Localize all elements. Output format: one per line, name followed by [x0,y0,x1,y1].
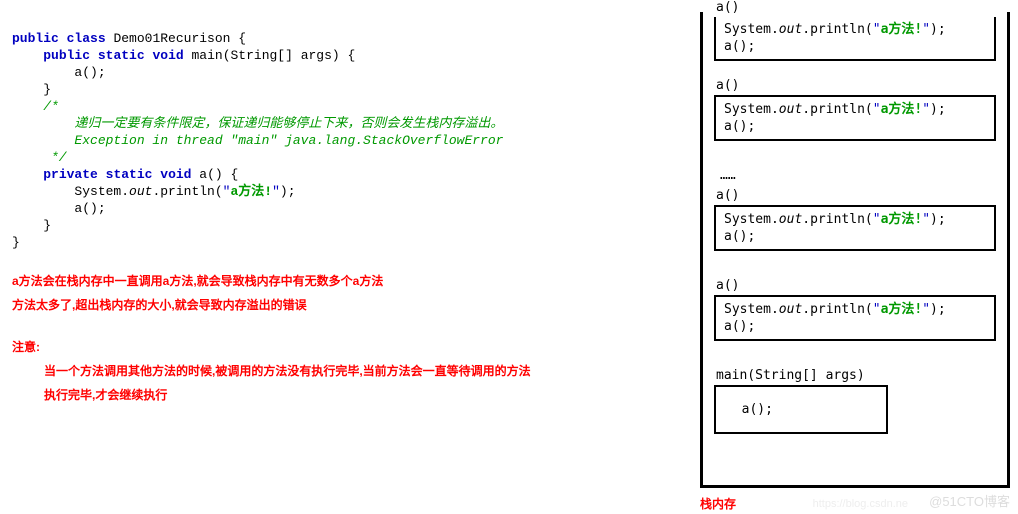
fl-g: ); [930,22,946,37]
frame-title-3: a() [716,188,996,203]
kw-static: static [98,48,145,63]
frame-box-top: System.out.println("a方法!"); a(); [714,17,996,61]
note-4: 当一个方法调用其他方法的时候,被调用的方法没有执行完毕,当前方法会一直等待调用的… [12,359,680,383]
fl3-c: .println( [802,212,872,227]
stack-frame-main: main(String[] args) a(); [714,368,996,434]
fl4-d: " [873,302,881,317]
fl2-2: a(); [724,119,755,134]
code-and-notes: public class Demo01Recurison { public st… [0,0,680,407]
sysout-g: ); [280,184,296,199]
code-l13: } [12,217,680,234]
frame-box-main: a(); [714,385,888,434]
fl4-a: System. [724,302,779,317]
comment-cn: 递归一定要有条件限定，保证递归能够停止下来，否则会发生栈内存溢出。 [12,115,680,132]
fl2-d: " [873,102,881,117]
comment-open: /* [12,98,680,115]
note-2: 方法太多了,超出栈内存的大小,就会导致内存溢出的错误 [12,293,680,317]
code-l4: } [12,81,680,98]
fl3-f: " [922,212,930,227]
frame-title-2: a() [716,78,996,93]
frame-box-4: System.out.println("a方法!"); a(); [714,295,996,341]
fl2-a: System. [724,102,779,117]
fl4-2: a(); [724,319,755,334]
sysout-c: .println( [152,184,222,199]
fl-2: a(); [724,39,755,54]
sysout-a: System. [12,184,129,199]
fl3-g: ); [930,212,946,227]
fl4-e: a方法! [881,302,923,317]
ellipsis: …… [720,168,736,183]
note-5: 执行完毕,才会继续执行 [12,383,680,407]
fl2-e: a方法! [881,102,923,117]
kw-class: class [67,31,106,46]
frame-title-4: a() [716,278,996,293]
stack-frame-2: a() System.out.println("a方法!"); a(); [714,78,996,141]
frame-title-main: main(String[] args) [716,368,996,383]
fl-d: " [873,22,881,37]
fl3-e: a方法! [881,212,923,227]
comment-close: */ [12,149,680,166]
fl3-a: System. [724,212,779,227]
stack-frame-3: a() System.out.println("a方法!"); a(); [714,188,996,251]
fl2-g: ); [930,102,946,117]
fl4-b: out [779,302,802,317]
watermark-csdn: https://blog.csdn.ne [813,498,908,510]
frame-box-3: System.out.println("a方法!"); a(); [714,205,996,251]
sysout-b: out [129,184,152,199]
fl-e: a方法! [881,22,923,37]
kw-public2: public [43,48,90,63]
fl2-c: .println( [802,102,872,117]
fl3-b: out [779,212,802,227]
fl-f: " [922,22,930,37]
sysout-e: a方法! [230,184,272,199]
fl4-f: " [922,302,930,317]
stack-diagram: 栈内存 a() System.out.println("a方法!"); a();… [700,0,1016,500]
watermark-51cto: @51CTO博客 [929,491,1010,510]
fl3-d: " [873,212,881,227]
code-l12: a(); [12,200,680,217]
fl-a: System. [724,22,779,37]
comment-ex: Exception in thread "main" java.lang.Sta… [12,132,680,149]
kw-static2: static [106,167,153,182]
fl2-f: " [922,102,930,117]
frame-title-top: a() [716,0,996,15]
kw-public: public [12,31,59,46]
frame-box-2: System.out.println("a方法!"); a(); [714,95,996,141]
fl4-g: ); [930,302,946,317]
kw-void2: void [160,167,191,182]
note-3: 注意: [12,335,680,359]
stack-frame-top: a() System.out.println("a方法!"); a(); [714,0,996,61]
code-l3: a(); [12,64,680,81]
kw-void: void [152,48,183,63]
code-l14: } [12,234,680,251]
fl3-2: a(); [724,229,755,244]
stack-label: 栈内存 [700,495,736,512]
note-1: a方法会在栈内存中一直调用a方法,就会导致栈内存中有无数多个a方法 [12,269,680,293]
kw-private: private [43,167,98,182]
fl-b: out [779,22,802,37]
fl-c: .println( [802,22,872,37]
fl2-b: out [779,102,802,117]
fl4-c: .println( [802,302,872,317]
sysout-f: " [272,184,280,199]
stack-frame-4: a() System.out.println("a方法!"); a(); [714,278,996,341]
